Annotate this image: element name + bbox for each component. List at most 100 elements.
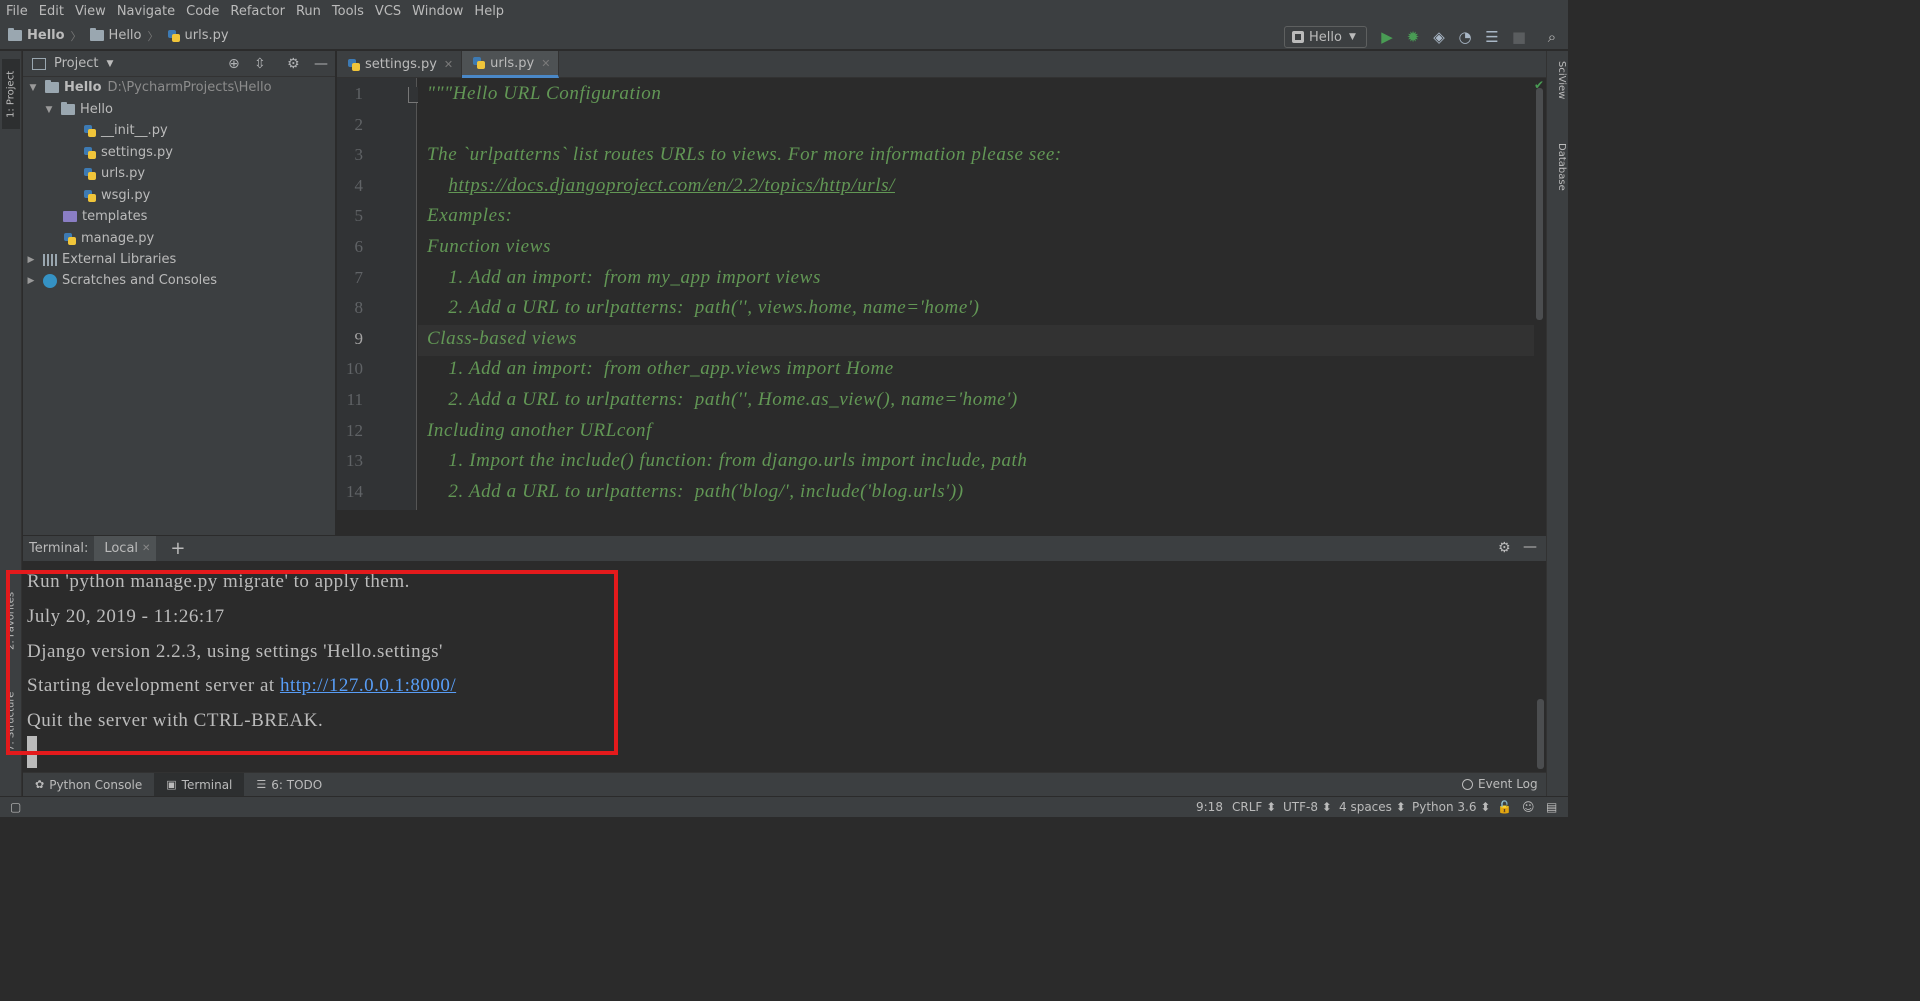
tool-tab-terminal[interactable]: ▣ Terminal bbox=[154, 772, 245, 797]
event-log-button[interactable]: Event Log bbox=[1462, 777, 1538, 791]
menu-help[interactable]: Help bbox=[474, 4, 504, 19]
folder-icon bbox=[89, 28, 104, 41]
editor-scrollbar[interactable]: ✔ bbox=[1534, 78, 1546, 510]
line-number: 8 bbox=[354, 298, 364, 317]
menu-window[interactable]: Window bbox=[412, 4, 463, 19]
notifications-icon[interactable]: ▤ bbox=[1546, 800, 1557, 814]
search-icon[interactable]: ⌕ bbox=[1542, 27, 1562, 47]
menu-code[interactable]: Code bbox=[186, 4, 219, 19]
python-file-icon bbox=[167, 29, 181, 43]
terminal-scrollbar[interactable] bbox=[1535, 561, 1546, 771]
menu-tools[interactable]: Tools bbox=[332, 4, 364, 19]
close-icon[interactable]: ✕ bbox=[444, 58, 453, 71]
chevron-down-icon: ▼ bbox=[1348, 32, 1356, 42]
concurrency-icon[interactable]: ☰ bbox=[1482, 27, 1502, 47]
line-number: 14 bbox=[346, 482, 363, 501]
caret-position[interactable]: 9:18 bbox=[1196, 800, 1223, 814]
toggle-tool-windows-icon[interactable]: ▢ bbox=[10, 800, 21, 814]
breadcrumb-package[interactable]: Hello 〉 bbox=[89, 28, 159, 44]
run-configuration-select[interactable]: Hello ▼ bbox=[1284, 26, 1367, 48]
tool-tab-python-console[interactable]: ✿ Python Console bbox=[23, 773, 154, 797]
locate-icon[interactable]: ⊕ bbox=[228, 56, 240, 72]
tree-item-urls-py[interactable]: urls.py bbox=[83, 163, 145, 184]
run-icon[interactable]: ▶ bbox=[1377, 27, 1397, 47]
line-number: 5 bbox=[354, 206, 364, 225]
breadcrumb-project[interactable]: Hello 〉 bbox=[8, 28, 82, 44]
breadcrumb-file[interactable]: urls.py bbox=[167, 28, 229, 43]
docs-link[interactable]: https://docs.djangoproject.com/en/2.2/to… bbox=[448, 175, 895, 196]
template-folder-icon bbox=[63, 211, 77, 222]
editor-tab-settings-py[interactable]: settings.py ✕ bbox=[337, 51, 463, 78]
tree-item-templates[interactable]: templates bbox=[63, 206, 147, 227]
right-tool-stripe: SciView Database bbox=[1546, 51, 1568, 796]
minimize-icon[interactable]: — bbox=[314, 56, 328, 72]
tree-item-project-root[interactable]: ▼ Hello D:\PycharmProjects\Hello bbox=[27, 77, 272, 98]
menu-refactor[interactable]: Refactor bbox=[230, 4, 285, 19]
python-icon: ✿ bbox=[35, 778, 45, 791]
tree-item-manage-py[interactable]: manage.py bbox=[63, 228, 154, 249]
status-bar: ▢ 9:18 CRLF ⬍ UTF-8 ⬍ 4 spaces ⬍ Python … bbox=[0, 796, 1568, 817]
chevron-right-icon[interactable]: ▶ bbox=[25, 255, 37, 265]
tool-tab-project[interactable]: 1: Project bbox=[2, 59, 20, 129]
gear-icon[interactable]: ⚙ bbox=[1498, 540, 1511, 556]
menu-file[interactable]: File bbox=[6, 4, 28, 19]
tool-tab-sciview[interactable]: SciView bbox=[1549, 61, 1567, 121]
line-separator-widget[interactable]: CRLF ⬍ bbox=[1232, 800, 1276, 814]
code-line: Examples: bbox=[427, 205, 513, 226]
menu-run[interactable]: Run bbox=[296, 4, 321, 19]
chevron-down-icon[interactable]: ▼ bbox=[43, 105, 55, 115]
terminal-tab-local[interactable]: Local ✕ bbox=[94, 535, 157, 562]
editor-tab-bar: settings.py ✕ urls.py ✕ bbox=[337, 51, 1546, 78]
project-view-select[interactable]: Project bbox=[54, 56, 98, 71]
python-file-icon bbox=[472, 56, 486, 70]
profile-icon[interactable]: ◔ bbox=[1455, 27, 1475, 47]
encoding-widget[interactable]: UTF-8 ⬍ bbox=[1283, 800, 1332, 814]
scrollbar-thumb[interactable] bbox=[1537, 699, 1544, 769]
tool-tab-todo[interactable]: ☰ 6: TODO bbox=[244, 773, 334, 797]
annotation-highlight-box bbox=[6, 570, 618, 755]
tree-item-scratches[interactable]: ▶ Scratches and Consoles bbox=[25, 270, 218, 291]
python-file-icon bbox=[83, 167, 97, 181]
code-editor[interactable]: """Hello URL Configuration The `urlpatte… bbox=[418, 78, 1534, 510]
tree-item-settings-py[interactable]: settings.py bbox=[83, 142, 173, 163]
gear-icon[interactable]: ⚙ bbox=[287, 56, 300, 72]
folder-icon bbox=[45, 80, 59, 93]
debug-icon[interactable]: ✹ bbox=[1403, 27, 1423, 47]
tree-item-external-libraries[interactable]: ▶ External Libraries bbox=[25, 249, 177, 270]
line-number: 12 bbox=[346, 421, 363, 440]
project-panel: Project ▼ ⊕ ⇳ ⚙ — ▼ Hello D:\PycharmProj… bbox=[23, 51, 336, 535]
tool-tab-database[interactable]: Database bbox=[1549, 143, 1567, 213]
minimize-icon[interactable]: — bbox=[1523, 539, 1537, 555]
python-file-icon bbox=[347, 58, 361, 72]
menu-navigate[interactable]: Navigate bbox=[117, 4, 175, 19]
code-line: Class-based views bbox=[427, 328, 578, 349]
close-icon[interactable]: ✕ bbox=[142, 543, 150, 554]
tree-item-init-py[interactable]: __init__.py bbox=[83, 120, 168, 141]
lock-icon[interactable]: 🔓 bbox=[1497, 800, 1512, 814]
tree-item-wsgi-py[interactable]: wsgi.py bbox=[83, 185, 150, 206]
inspector-icon[interactable]: ☺ bbox=[1522, 800, 1535, 814]
scrollbar-thumb[interactable] bbox=[1536, 88, 1543, 320]
coverage-icon[interactable]: ◈ bbox=[1429, 27, 1449, 47]
close-icon[interactable]: ✕ bbox=[541, 57, 550, 70]
editor-gutter: 1 2 3 4 5 6 7 8 9 10 11 12 13 14 bbox=[337, 78, 420, 510]
collapse-all-icon[interactable]: ⇳ bbox=[254, 56, 266, 72]
stop-icon[interactable]: ■ bbox=[1509, 27, 1529, 47]
chevron-down-icon[interactable]: ▼ bbox=[27, 83, 39, 93]
new-session-icon[interactable]: + bbox=[170, 538, 185, 559]
line-number: 7 bbox=[354, 268, 364, 287]
folder-icon bbox=[61, 102, 75, 115]
code-line: 1. Add an import: from other_app.views i… bbox=[427, 358, 894, 379]
indent-widget[interactable]: 4 spaces ⬍ bbox=[1339, 800, 1406, 814]
folder-icon bbox=[8, 28, 22, 41]
interpreter-widget[interactable]: Python 3.6 ⬍ bbox=[1412, 800, 1490, 814]
menu-vcs[interactable]: VCS bbox=[375, 4, 401, 19]
menu-edit[interactable]: Edit bbox=[39, 4, 64, 19]
editor-tab-urls-py[interactable]: urls.py ✕ bbox=[462, 51, 560, 78]
chevron-down-icon[interactable]: ▼ bbox=[106, 59, 113, 69]
code-line: """Hello URL Configuration bbox=[427, 83, 662, 104]
chevron-right-icon[interactable]: ▶ bbox=[25, 276, 37, 286]
menu-view[interactable]: View bbox=[75, 4, 106, 19]
python-file-icon bbox=[83, 124, 97, 138]
tree-item-hello-package[interactable]: ▼ Hello bbox=[43, 99, 113, 120]
